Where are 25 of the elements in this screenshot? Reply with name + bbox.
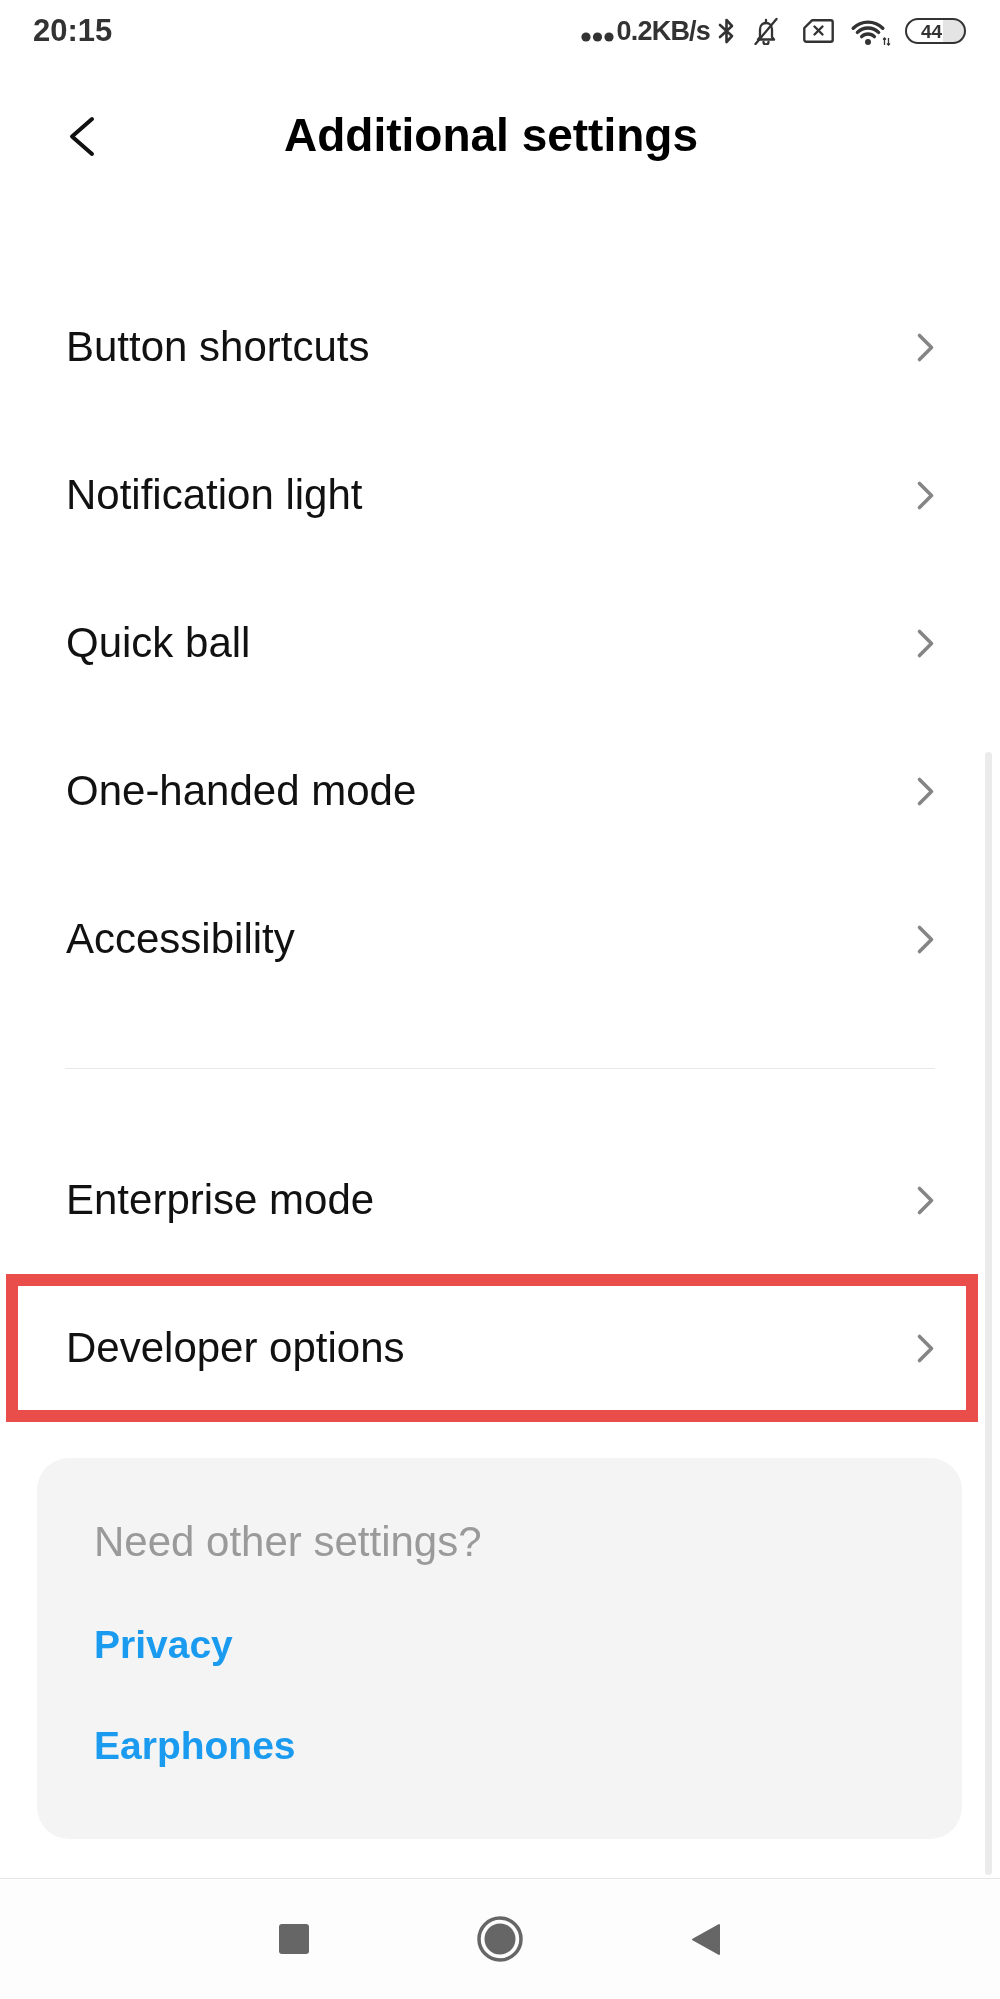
back-chevron-icon[interactable] [67, 115, 96, 157]
more-dots-icon [580, 32, 614, 42]
chevron-right-icon [916, 1184, 935, 1216]
chevron-right-icon [916, 479, 935, 511]
page-title: Additional settings [284, 108, 698, 164]
settings-item[interactable]: Enterprise mode [6, 1126, 978, 1274]
settings-item[interactable]: Notification light [6, 421, 978, 569]
settings-item[interactable]: One-handed mode [6, 717, 978, 865]
battery-percent: 44 [921, 21, 943, 41]
settings-item[interactable]: Button shortcuts [6, 273, 978, 421]
chevron-right-icon [916, 627, 935, 659]
chevron-right-icon [916, 1332, 935, 1364]
status-time: 20:15 [33, 13, 113, 49]
suggestions-title: Need other settings? [94, 1517, 482, 1567]
sim-card-x-icon [803, 19, 834, 43]
settings-item[interactable]: Accessibility [6, 865, 978, 1013]
triangle-icon[interactable] [691, 1922, 721, 1956]
network-speed: 0.2KB/s [616, 15, 710, 47]
chevron-right-icon [916, 775, 935, 807]
muted-bell-icon [751, 17, 781, 45]
chevron-right-icon [916, 923, 935, 955]
settings-item[interactable]: Developer options [6, 1274, 978, 1422]
circle-icon[interactable] [477, 1916, 523, 1962]
settings-item[interactable]: Quick ball [6, 569, 978, 717]
chevron-right-icon [916, 331, 935, 363]
